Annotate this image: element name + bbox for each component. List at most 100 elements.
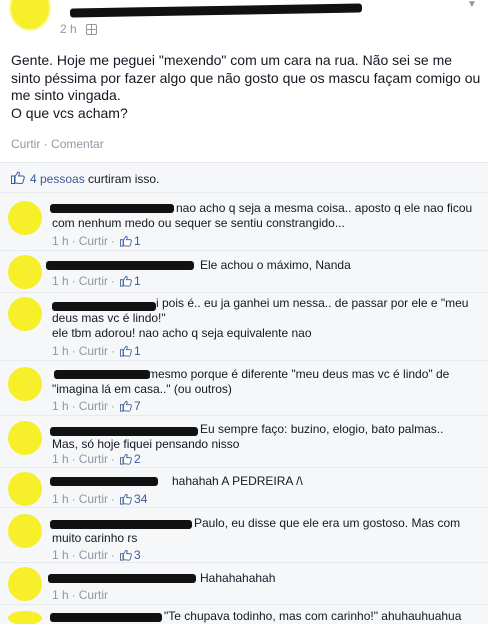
comment-time[interactable]: 1 h [52, 548, 69, 562]
author-avatar[interactable] [10, 0, 50, 30]
comment-line: Eu sempre faço: buzino, elogio, bato pal… [200, 422, 444, 436]
comment: Paulo, eu disse que ele era um gostoso. … [0, 507, 488, 562]
thumbs-up-icon [120, 493, 132, 505]
comment-text: i pois é.. eu ja ganhei um nessa.. de pa… [52, 296, 480, 341]
comment-like-count[interactable]: 7 [134, 399, 141, 413]
comment-line: hahahah A PEDREIRA /\ [172, 474, 303, 488]
comment-time[interactable]: 1 h [52, 399, 69, 413]
comment-text: Ele achou o máximo, Nanda [52, 258, 480, 273]
comment-like-count[interactable]: 1 [134, 234, 141, 248]
post-text-line: sinto péssima por fazer algo que não gos… [11, 69, 481, 86]
audience-icon[interactable] [86, 24, 97, 35]
likes-bar: 4 pessoas curtiram isso. [0, 162, 488, 192]
comment: Eu sempre faço: buzino, elogio, bato pal… [0, 415, 488, 467]
commenter-avatar[interactable] [8, 472, 42, 506]
comment-meta: 1 h · Curtir · 1 [52, 344, 141, 358]
comment-like-button[interactable]: Curtir [79, 234, 108, 248]
thumbs-up-icon [120, 400, 132, 412]
comment-text: "Te chupava todinho, mas com carinho!" a… [52, 609, 480, 624]
likes-summary: 4 pessoas curtiram isso. [30, 172, 159, 186]
comments-list: nao acho q seja a mesma coisa.. aposto q… [0, 192, 488, 624]
comment-line: Paulo, eu disse que ele era um gostoso. … [194, 516, 461, 530]
comment: hahahah A PEDREIRA /\ 1 h · Curtir · 34 [0, 467, 488, 507]
like-button[interactable]: Curtir [11, 137, 40, 151]
comment-time[interactable]: 1 h [52, 344, 69, 358]
comment-like-button[interactable]: Curtir [79, 588, 108, 602]
commenter-avatar[interactable] [8, 611, 42, 624]
commenter-avatar[interactable] [8, 367, 42, 401]
comment-meta: 1 h · Curtir · 7 [52, 399, 141, 413]
comment-line: ele tbm adorou! nao acho q seja equivale… [52, 326, 312, 340]
comment-line: Ele achou o máximo, Nanda [200, 258, 351, 272]
comment-text: Paulo, eu disse que ele era um gostoso. … [52, 516, 480, 546]
comment: "Te chupava todinho, mas com carinho!" a… [0, 604, 488, 624]
comment-text: Eu sempre faço: buzino, elogio, bato pal… [52, 422, 480, 452]
comment-like-count[interactable]: 2 [134, 452, 141, 466]
thumbs-up-icon [11, 171, 25, 184]
comment-like-count[interactable]: 3 [134, 548, 141, 562]
action-separator: · [43, 137, 48, 151]
post-text-line: me sinto vingada. [11, 87, 121, 103]
comment-like-count[interactable]: 1 [134, 274, 141, 288]
comment-like-button[interactable]: Curtir [79, 274, 108, 288]
comment-line: muito carinho rs [52, 531, 138, 545]
comment: Hahahahahah 1 h · Curtir [0, 562, 488, 604]
comment: Ele achou o máximo, Nanda 1 h · Curtir · 1 [0, 250, 488, 292]
thumbs-up-icon [120, 345, 132, 357]
comment-time[interactable]: 1 h [52, 274, 69, 288]
post-text: Gente. Hoje me peguei "mexendo" com um c… [11, 52, 481, 122]
comment-like-button[interactable]: Curtir [79, 492, 108, 506]
comment-line: "imagina lá em casa.." (ou outros) [52, 382, 232, 396]
comment-like-button[interactable]: Curtir [79, 452, 108, 466]
comment-line: com nenhum medo ou sequer se sentiu cons… [52, 216, 345, 230]
commenter-avatar[interactable] [8, 514, 42, 548]
comment: i pois é.. eu ja ganhei um nessa.. de pa… [0, 292, 488, 360]
comment-time[interactable]: 1 h [52, 588, 69, 602]
comment: mesmo porque é diferente "meu deus mas v… [0, 360, 488, 415]
commenter-avatar[interactable] [8, 297, 42, 331]
comment-meta: 1 h · Curtir · 1 [52, 234, 141, 248]
post-text-line: O que vcs acham? [11, 104, 128, 121]
comment-line: i pois é.. eu ja ganhei um nessa.. de pa… [156, 296, 469, 310]
comment-text: nao acho q seja a mesma coisa.. aposto q… [52, 201, 480, 231]
comment-meta: 1 h · Curtir · 3 [52, 548, 141, 562]
author-name-redacted [69, 3, 363, 18]
commenter-avatar[interactable] [8, 421, 42, 455]
comment-time[interactable]: 1 h [52, 234, 69, 248]
comment-like-button[interactable]: Curtir [79, 344, 108, 358]
commenter-avatar[interactable] [8, 255, 42, 289]
post-actions: Curtir · Comentar [11, 137, 104, 151]
comment-like-count[interactable]: 1 [134, 344, 141, 358]
thumbs-up-icon [120, 549, 132, 561]
post-timestamp[interactable]: 2 h [60, 22, 77, 36]
comment-meta: 1 h · Curtir · 34 [52, 492, 148, 506]
comment-button[interactable]: Comentar [51, 137, 104, 151]
likers-link[interactable]: 4 pessoas [30, 172, 85, 186]
comment-meta: 1 h · Curtir [52, 588, 109, 602]
comment-like-count[interactable]: 34 [134, 492, 147, 506]
commenter-avatar[interactable] [8, 567, 42, 601]
comment-line: nao acho q seja a mesma coisa.. aposto q… [176, 201, 473, 215]
post-header: 2 h ▼ [0, 0, 488, 42]
thumbs-up-icon [120, 275, 132, 287]
comment-line: deus mas vc é lindo!" [52, 311, 166, 325]
comment-time[interactable]: 1 h [52, 492, 69, 506]
comment-line: Mas, só hoje fiquei pensando nisso [52, 437, 240, 451]
comment-text: Hahahahahah [52, 571, 480, 586]
comment-meta: 1 h · Curtir · 1 [52, 274, 141, 288]
thumbs-up-icon [120, 235, 132, 247]
likes-suffix: curtiram isso. [88, 172, 160, 186]
comment-time[interactable]: 1 h [52, 452, 69, 466]
commenter-avatar[interactable] [8, 201, 42, 235]
comment-meta: 1 h · Curtir · 2 [52, 452, 141, 466]
comment-line: Hahahahahah [200, 571, 276, 585]
comment: nao acho q seja a mesma coisa.. aposto q… [0, 192, 488, 250]
chevron-down-icon[interactable]: ▼ [466, 0, 478, 10]
comment-like-button[interactable]: Curtir [79, 399, 108, 413]
post-text-line: Gente. Hoje me peguei "mexendo" com um c… [11, 52, 453, 68]
comment-text: hahahah A PEDREIRA /\ [52, 474, 480, 489]
thumbs-up-icon [120, 453, 132, 465]
comment-text: mesmo porque é diferente "meu deus mas v… [52, 367, 480, 397]
comment-like-button[interactable]: Curtir [79, 548, 108, 562]
comment-line: mesmo porque é diferente "meu deus mas v… [148, 367, 450, 381]
